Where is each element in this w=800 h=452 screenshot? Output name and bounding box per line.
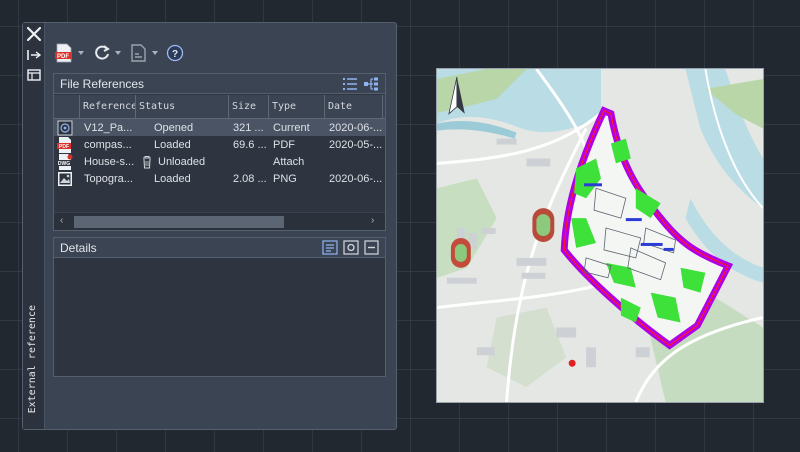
details-header: Details (54, 238, 385, 258)
reference-status: Opened (136, 122, 229, 134)
properties-icon[interactable] (26, 67, 42, 83)
file-references-section: File References Reference Status Size Ty… (53, 73, 386, 231)
collapse-icon[interactable] (364, 240, 379, 255)
chevron-down-icon[interactable] (152, 51, 158, 55)
palette-titlebar[interactable]: External reference (23, 23, 45, 429)
table-row[interactable]: V12_Pa... Opened 321 ... Current 2020-06… (54, 119, 385, 136)
scrollbar-thumb[interactable] (74, 216, 284, 228)
dwg-file-icon: DWG (56, 153, 73, 170)
scroll-right-icon[interactable]: › (371, 216, 381, 226)
horizontal-scrollbar[interactable]: ‹ › (54, 212, 385, 230)
reference-size: 69.6 ... (233, 138, 267, 151)
pdf-attach-icon: PDF (55, 43, 72, 63)
palette-toolbar: PDF ? (53, 39, 192, 67)
reference-type: Current (273, 121, 310, 134)
close-icon[interactable] (26, 26, 42, 42)
list-view-icon[interactable] (342, 77, 358, 91)
reference-name: House-s... (84, 155, 135, 168)
column-header-reference[interactable]: Reference (80, 95, 136, 118)
help-button[interactable]: ? (166, 44, 184, 62)
refresh-icon (95, 45, 110, 60)
field (454, 243, 467, 262)
scroll-left-icon[interactable]: ‹ (60, 216, 70, 226)
reference-name: V12_Pa... (84, 121, 133, 134)
table-row[interactable]: PDF compas... Loaded 69.6 ... PDF 2020-0… (54, 136, 385, 153)
table-header: Reference Status Size Type Date (54, 95, 385, 119)
details-view-icon[interactable] (322, 240, 338, 255)
reference-name: Topogra... (84, 172, 133, 185)
reference-date: 2020-06-... (329, 121, 383, 134)
reference-status: Loaded (136, 139, 229, 151)
column-header-icon (54, 95, 80, 118)
details-section: Details (53, 237, 386, 377)
table-row[interactable]: DWG House-s... Unloaded Attach (54, 153, 385, 170)
palette-content: PDF ? File References Reference Status S… (45, 23, 396, 429)
reference-date: 2020-06-... (329, 172, 383, 185)
table-row[interactable]: Topogra... Loaded 2.08 ... PNG 2020-06-.… (54, 170, 385, 187)
column-header-status[interactable]: Status (136, 95, 229, 118)
row-icon-cell: DWG (54, 153, 80, 170)
palette-title: External reference (27, 304, 38, 413)
path-icon (131, 44, 146, 62)
svg-text:PDF: PDF (59, 144, 69, 150)
reference-type: Attach (273, 155, 305, 168)
status-text: Opened (154, 121, 194, 134)
image-file-icon (58, 171, 72, 186)
file-references-header: File References (54, 74, 385, 94)
status-text: Unloaded (158, 155, 206, 168)
svg-text:DWG: DWG (58, 161, 70, 167)
column-header-size[interactable]: Size (229, 95, 269, 118)
row-icon-cell (54, 120, 80, 136)
refresh-button[interactable] (92, 43, 121, 63)
help-icon: ? (166, 44, 184, 62)
reference-type: PDF (273, 138, 295, 151)
dwg-current-icon (57, 120, 73, 135)
column-header-type[interactable]: Type (269, 95, 325, 118)
status-text: Loaded (154, 138, 191, 151)
file-references-table[interactable]: Reference Status Size Type Date V12_Pa..… (54, 95, 385, 210)
tree-view-icon[interactable] (363, 77, 379, 91)
external-reference-palette: External reference PDF ? File References… (22, 22, 397, 430)
field (536, 214, 551, 236)
chevron-down-icon[interactable] (78, 51, 84, 55)
reference-type: PNG (273, 172, 297, 185)
svg-text:PDF: PDF (57, 54, 69, 60)
status-text: Loaded (154, 172, 191, 185)
change-path-button[interactable] (129, 43, 158, 63)
auto-hide-icon[interactable] (26, 47, 42, 63)
reference-date: 2020-05-... (329, 138, 383, 151)
reference-status: Loaded (136, 173, 229, 185)
topographic-map-image[interactable] (436, 68, 764, 403)
chevron-down-icon[interactable] (115, 51, 121, 55)
reference-size: 321 ... (233, 121, 264, 134)
unloaded-icon (143, 155, 151, 168)
column-header-date[interactable]: Date (325, 95, 383, 118)
pdf-file-icon: PDF (57, 136, 71, 153)
reference-status: Unloaded (136, 155, 229, 169)
row-icon-cell: PDF (54, 136, 80, 153)
preview-icon[interactable] (343, 240, 359, 255)
attach-button[interactable]: PDF (53, 43, 84, 63)
file-references-title: File References (60, 76, 145, 91)
location-marker (568, 359, 576, 367)
svg-text:?: ? (172, 49, 178, 60)
row-icon-cell (54, 171, 80, 187)
reference-size: 2.08 ... (233, 172, 267, 185)
reference-name: compas... (84, 138, 132, 151)
details-title: Details (60, 240, 97, 255)
